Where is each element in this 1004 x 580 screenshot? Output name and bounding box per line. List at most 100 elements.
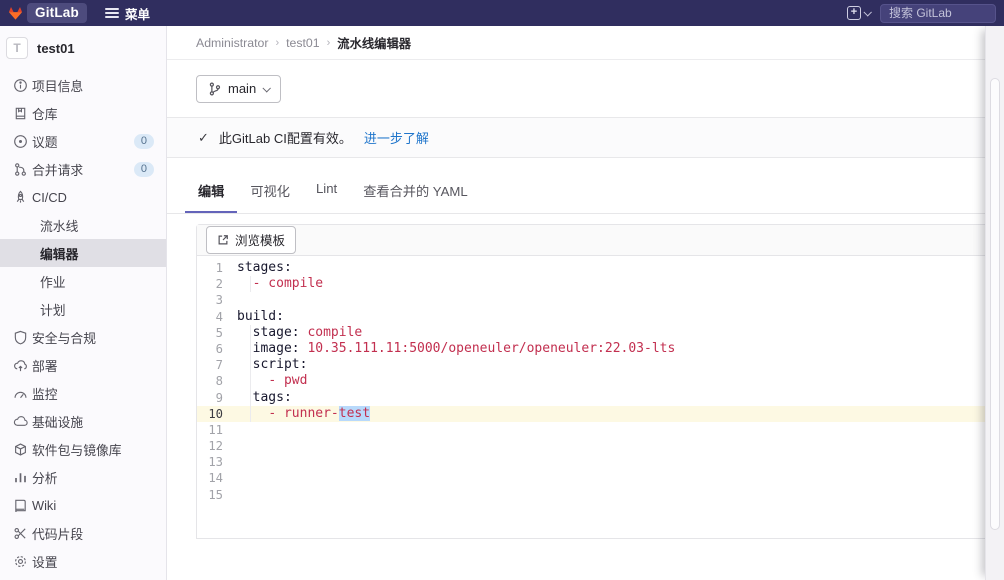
code-line[interactable]: 10 - runner-test — [197, 406, 1004, 422]
code-text: build: — [237, 309, 284, 325]
sidebar-item-snippets[interactable]: 代码片段 — [0, 519, 166, 547]
rocket-icon — [8, 190, 32, 205]
code-line[interactable]: 2 - compile — [197, 276, 1004, 292]
sidebar-nav: 项目信息仓库议题0合并请求0CI/CD流水线编辑器作业计划安全与合规部署监控基础… — [0, 71, 166, 575]
code-line[interactable]: 11 — [197, 422, 1004, 438]
line-number: 5 — [197, 325, 237, 341]
code-line[interactable]: 6 image: 10.35.111.11:5000/openeuler/ope… — [197, 341, 1004, 357]
deploy-icon — [8, 358, 32, 373]
sidebar-item-pipelines[interactable]: 流水线 — [0, 211, 166, 239]
code-text: - runner-test — [237, 406, 370, 422]
breadcrumb-link[interactable]: Administrator — [196, 36, 268, 50]
menu-button[interactable]: 菜单 — [105, 4, 150, 23]
branch-icon — [208, 82, 221, 96]
breadcrumb-link[interactable]: test01 — [286, 36, 320, 50]
line-number: 2 — [197, 276, 237, 292]
scrollbar-thumb[interactable] — [990, 78, 1000, 530]
code-line[interactable]: 4build: — [197, 309, 1004, 325]
sidebar-item-security-compliance[interactable]: 安全与合规 — [0, 323, 166, 351]
count-badge: 0 — [134, 162, 154, 177]
sidebar-item-label: 代码片段 — [32, 524, 83, 543]
sidebar-item-analytics[interactable]: 分析 — [0, 463, 166, 491]
sidebar-item-merge-requests[interactable]: 合并请求0 — [0, 155, 166, 183]
code-text: stage: compile — [237, 325, 362, 341]
sidebar-item-label: 计划 — [40, 300, 66, 319]
breadcrumb-current: 流水线编辑器 — [337, 34, 411, 52]
code-editor[interactable]: 1stages:2 - compile34build:5 stage: comp… — [197, 256, 1004, 538]
sidebar-item-cicd[interactable]: CI/CD — [0, 183, 166, 211]
sidebar-item-label: 项目信息 — [32, 76, 83, 95]
sidebar-item-monitor[interactable]: 监控 — [0, 379, 166, 407]
sidebar-item-deployments[interactable]: 部署 — [0, 351, 166, 379]
snippet-icon — [8, 526, 32, 541]
gear-icon — [8, 554, 32, 569]
code-text: stages: — [237, 260, 292, 276]
sidebar-item-schedules[interactable]: 计划 — [0, 295, 166, 323]
tab-lint[interactable]: Lint — [303, 168, 350, 213]
line-number: 4 — [197, 309, 237, 325]
code-line[interactable]: 8 - pwd — [197, 373, 1004, 389]
line-number: 13 — [197, 454, 237, 470]
sidebar-item-label: 作业 — [40, 272, 66, 291]
sidebar-item-packages-registries[interactable]: 软件包与镜像库 — [0, 435, 166, 463]
gitlab-logo-label: GitLab — [27, 3, 87, 23]
code-text: tags: — [237, 390, 292, 406]
plus-icon: + — [847, 6, 861, 20]
line-number: 3 — [197, 292, 237, 308]
vertical-scrollbar — [985, 26, 1004, 580]
code-line[interactable]: 9 tags: — [197, 390, 1004, 406]
chevron-down-icon — [863, 8, 871, 16]
gitlab-logo[interactable]: GitLab — [8, 3, 87, 23]
code-line[interactable]: 5 stage: compile — [197, 325, 1004, 341]
tab-visualize[interactable]: 可视化 — [237, 168, 303, 213]
code-text: - compile — [237, 276, 323, 292]
sidebar-item-repository[interactable]: 仓库 — [0, 99, 166, 127]
breadcrumb-separator: › — [327, 37, 331, 49]
browse-templates-label: 浏览模板 — [235, 230, 285, 249]
project-avatar: T — [6, 37, 28, 59]
sidebar-item-label: 仓库 — [32, 104, 58, 123]
code-line[interactable]: 13 — [197, 454, 1004, 470]
sidebar-item-label: 议题 — [32, 132, 58, 151]
search-input[interactable] — [880, 4, 996, 23]
sidebar-item-project-info[interactable]: 项目信息 — [0, 71, 166, 99]
code-line[interactable]: 12 — [197, 438, 1004, 454]
code-line[interactable]: 15 — [197, 487, 1004, 503]
sidebar-item-editor[interactable]: 编辑器 — [0, 239, 166, 267]
issues-icon — [8, 134, 32, 149]
sidebar-item-label: 设置 — [32, 552, 58, 571]
sidebar-item-infrastructure[interactable]: 基础设施 — [0, 407, 166, 435]
sidebar-item-issues[interactable]: 议题0 — [0, 127, 166, 155]
line-number: 10 — [197, 406, 237, 422]
tab-view-merged-yaml[interactable]: 查看合并的 YAML — [350, 168, 481, 213]
browse-templates-button[interactable]: 浏览模板 — [206, 226, 296, 254]
code-line[interactable]: 3 — [197, 292, 1004, 308]
code-line[interactable]: 1stages: — [197, 260, 1004, 276]
sidebar-item-jobs[interactable]: 作业 — [0, 267, 166, 295]
sidebar-item-label: 安全与合规 — [32, 328, 96, 347]
sidebar-item-label: 部署 — [32, 356, 58, 375]
line-number: 8 — [197, 373, 237, 389]
line-number: 7 — [197, 357, 237, 373]
chart-icon — [8, 470, 32, 485]
sidebar-item-wiki[interactable]: Wiki — [0, 491, 166, 519]
code-line[interactable]: 7 script: — [197, 357, 1004, 373]
branch-selector-button[interactable]: main — [196, 75, 281, 103]
sidebar-item-settings[interactable]: 设置 — [0, 547, 166, 575]
project-name: test01 — [37, 41, 75, 56]
tab-edit[interactable]: 编辑 — [185, 168, 237, 213]
branch-row: main — [167, 60, 1004, 117]
hamburger-icon — [105, 8, 119, 18]
code-text: image: 10.35.111.11:5000/openeuler/opene… — [237, 341, 675, 357]
editor-tabs: 编辑可视化Lint查看合并的 YAML — [167, 168, 1004, 214]
learn-more-link[interactable]: 进一步了解 — [364, 128, 429, 147]
chevron-down-icon — [263, 84, 271, 92]
sidebar-item-label: 编辑器 — [40, 244, 78, 263]
check-icon: ✓ — [198, 130, 209, 146]
breadcrumb-separator: › — [275, 37, 279, 49]
alert-message: 此GitLab CI配置有效。 — [219, 128, 352, 147]
project-header[interactable]: T test01 — [0, 26, 166, 71]
new-item-button[interactable]: + — [847, 6, 870, 20]
code-line[interactable]: 14 — [197, 470, 1004, 486]
external-link-icon — [217, 234, 229, 246]
